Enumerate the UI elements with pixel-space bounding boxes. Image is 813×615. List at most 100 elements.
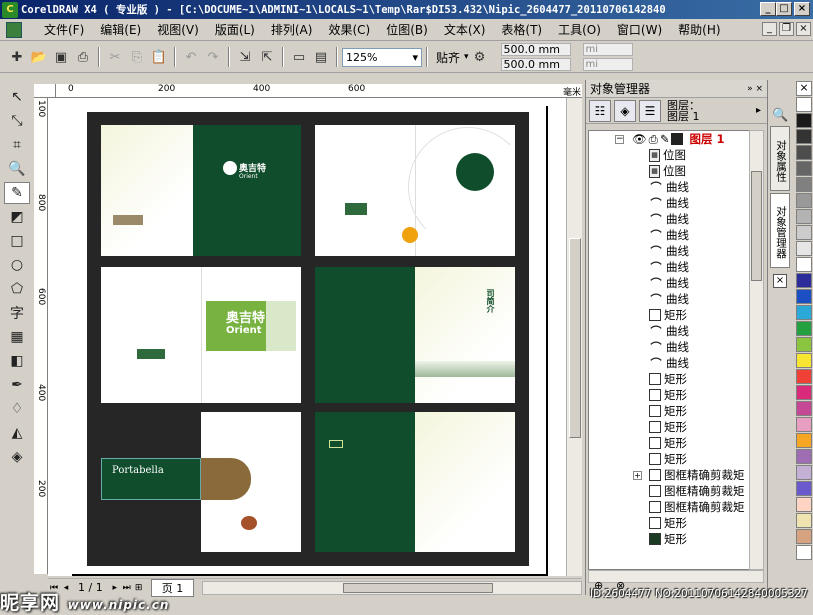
outline-tool-icon[interactable]: ♢ bbox=[4, 398, 30, 420]
object-row[interactable]: 矩形 bbox=[649, 531, 687, 547]
object-row[interactable]: ⌒ 曲线 bbox=[649, 291, 690, 307]
welcome-icon[interactable]: ▤ bbox=[310, 46, 332, 68]
fill-tool-icon[interactable]: ◭ bbox=[4, 422, 30, 444]
color-swatch[interactable] bbox=[796, 113, 812, 128]
object-row[interactable]: ▦ 位图 bbox=[649, 163, 686, 179]
doc-restore-button[interactable]: ❐ bbox=[779, 22, 794, 36]
object-row[interactable]: ⌒ 曲线 bbox=[649, 243, 690, 259]
export-icon[interactable]: ⇱ bbox=[256, 46, 278, 68]
search-icon[interactable]: 🔍 bbox=[772, 108, 788, 123]
color-swatch[interactable] bbox=[796, 369, 812, 384]
object-row[interactable]: ▦ 位图 bbox=[649, 147, 686, 163]
menu-help[interactable]: 帮助(H) bbox=[670, 21, 728, 38]
nudge-y-field[interactable]: mi bbox=[582, 58, 633, 71]
object-row[interactable]: 图框精确剪裁矩 bbox=[649, 499, 745, 515]
color-swatch[interactable] bbox=[796, 529, 812, 544]
object-row[interactable]: 矩形 bbox=[649, 371, 687, 387]
color-swatch[interactable] bbox=[796, 321, 812, 336]
close-icon[interactable]: × bbox=[773, 274, 787, 288]
zoom-level-select[interactable]: 125% ▾ bbox=[342, 47, 422, 67]
object-row[interactable]: 矩形 bbox=[649, 451, 687, 467]
color-swatch[interactable] bbox=[796, 145, 812, 160]
color-swatch[interactable] bbox=[796, 129, 812, 144]
color-swatch[interactable] bbox=[796, 305, 812, 320]
menu-layout[interactable]: 版面(L) bbox=[207, 21, 263, 38]
object-row[interactable]: 矩形 bbox=[649, 419, 687, 435]
spread-profile[interactable]: 司简介 bbox=[315, 267, 515, 403]
paste-icon[interactable]: 📋 bbox=[148, 46, 170, 68]
rectangle-tool-icon[interactable]: □ bbox=[4, 230, 30, 252]
object-tree[interactable]: − 👁 ⎙ ✎ 图层 1 ▦ 位图 ▦ 位图 ⌒ 曲线 ⌒ 曲线 ⌒ 曲线 ⌒ 曲线 ⌒ 曲线 ⌒ 曲线 ⌒ 曲线 ⌒ 曲线 矩形… bbox=[588, 130, 751, 570]
no-fill-swatch[interactable]: ⨯ bbox=[796, 81, 812, 96]
color-swatch[interactable] bbox=[796, 273, 812, 288]
object-row[interactable]: + 图框精确剪裁矩 bbox=[633, 467, 745, 483]
color-swatch[interactable] bbox=[796, 497, 812, 512]
object-row[interactable]: 图框精确剪裁矩 bbox=[649, 483, 745, 499]
interactive-fill-tool-icon[interactable]: ◈ bbox=[4, 446, 30, 468]
menu-arrange[interactable]: 排列(A) bbox=[263, 21, 321, 38]
tree-vertical-scrollbar[interactable] bbox=[749, 130, 764, 570]
text-tool-icon[interactable]: 字 bbox=[4, 302, 30, 324]
horizontal-ruler[interactable]: 0 200 400 600 bbox=[56, 84, 582, 98]
object-row[interactable]: ⌒ 曲线 bbox=[649, 211, 690, 227]
table-tool-icon[interactable]: ▦ bbox=[4, 326, 30, 348]
color-swatch[interactable] bbox=[796, 433, 812, 448]
snap-to-menu[interactable]: 贴齐 bbox=[432, 49, 464, 66]
zoom-tool-icon[interactable]: 🔍 bbox=[4, 158, 30, 180]
menu-file[interactable]: 文件(F) bbox=[36, 21, 92, 38]
expand-icon[interactable]: + bbox=[633, 470, 642, 480]
spread-intro[interactable] bbox=[315, 125, 515, 256]
eyedropper-tool-icon[interactable]: ✒ bbox=[4, 374, 30, 396]
crop-tool-icon[interactable]: ⌗ bbox=[4, 134, 30, 156]
redo-icon[interactable]: ↷ bbox=[202, 46, 224, 68]
canvas-horizontal-scrollbar[interactable] bbox=[202, 580, 582, 595]
open-icon[interactable]: 📂 bbox=[28, 46, 50, 68]
minimize-button[interactable]: _ bbox=[760, 2, 776, 16]
copy-icon[interactable]: ⎘ bbox=[126, 46, 148, 68]
menu-view[interactable]: 视图(V) bbox=[149, 21, 207, 38]
menu-bitmaps[interactable]: 位图(B) bbox=[378, 21, 436, 38]
menu-effects[interactable]: 效果(C) bbox=[320, 21, 378, 38]
object-row[interactable]: ⌒ 曲线 bbox=[649, 179, 690, 195]
import-icon[interactable]: ⇲ bbox=[234, 46, 256, 68]
layer-row[interactable]: − 👁 ⎙ ✎ 图层 1 bbox=[615, 131, 724, 147]
printer-icon[interactable]: ⎙ bbox=[649, 132, 658, 147]
object-row[interactable]: ⌒ 曲线 bbox=[649, 339, 690, 355]
color-swatch[interactable] bbox=[796, 417, 812, 432]
ellipse-tool-icon[interactable]: ○ bbox=[4, 254, 30, 276]
tab-object-properties[interactable]: 对象属性 bbox=[770, 126, 790, 191]
maximize-button[interactable]: □ bbox=[776, 2, 792, 16]
color-swatch[interactable] bbox=[796, 545, 812, 560]
shape-tool-icon[interactable]: ⤡ bbox=[4, 110, 30, 132]
spread-back[interactable] bbox=[315, 412, 515, 552]
doc-minimize-button[interactable]: _ bbox=[762, 22, 777, 36]
tree-horizontal-scrollbar[interactable] bbox=[588, 570, 764, 583]
color-swatch[interactable] bbox=[796, 337, 812, 352]
color-swatch[interactable] bbox=[796, 513, 812, 528]
interactive-blend-tool-icon[interactable]: ◧ bbox=[4, 350, 30, 372]
smart-fill-tool-icon[interactable]: ◩ bbox=[4, 206, 30, 228]
object-row[interactable]: ⌒ 曲线 bbox=[649, 323, 690, 339]
docker-menu-icon[interactable]: ▸ bbox=[756, 105, 761, 116]
freehand-tool-icon[interactable]: ✎ bbox=[4, 182, 30, 204]
eye-icon[interactable]: 👁 bbox=[632, 132, 647, 146]
object-row[interactable]: 矩形 bbox=[649, 307, 687, 323]
color-swatch[interactable] bbox=[796, 289, 812, 304]
object-row[interactable]: 矩形 bbox=[649, 515, 687, 531]
pick-tool-icon[interactable]: ↖ bbox=[4, 86, 30, 108]
cut-icon[interactable]: ✂ bbox=[104, 46, 126, 68]
canvas-vertical-scrollbar[interactable] bbox=[566, 98, 582, 576]
spread-logo[interactable]: 奥吉特 Orient bbox=[101, 267, 301, 403]
menu-window[interactable]: 窗口(W) bbox=[609, 21, 670, 38]
color-swatch[interactable] bbox=[796, 209, 812, 224]
tab-object-manager[interactable]: 对象管理器 bbox=[770, 193, 790, 268]
color-swatch[interactable] bbox=[796, 401, 812, 416]
show-properties-icon[interactable]: ☷ bbox=[589, 99, 611, 122]
new-icon[interactable]: ✚ bbox=[6, 46, 28, 68]
scroll-thumb[interactable] bbox=[751, 171, 762, 281]
color-swatch[interactable] bbox=[796, 225, 812, 240]
color-swatch[interactable] bbox=[796, 193, 812, 208]
object-width-field[interactable]: 500.0 mm bbox=[500, 43, 571, 56]
scroll-thumb[interactable] bbox=[569, 238, 581, 438]
menu-table[interactable]: 表格(T) bbox=[493, 21, 550, 38]
